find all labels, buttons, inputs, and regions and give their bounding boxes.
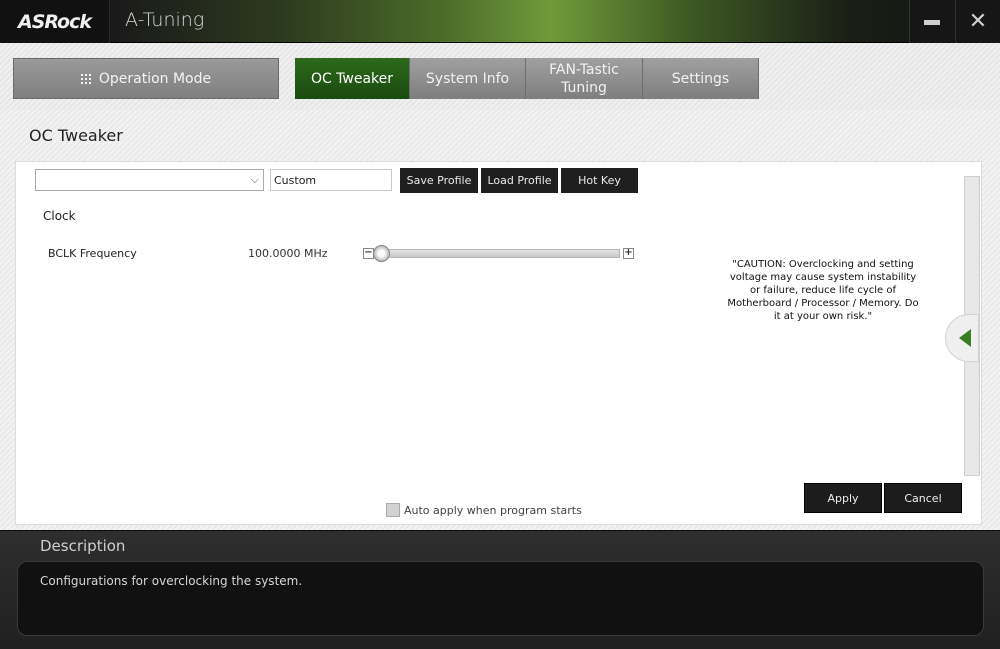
clock-section-label: Clock	[43, 209, 76, 223]
slider-increase-button[interactable]: +	[623, 248, 634, 259]
caution-text: "CAUTION: Overclocking and setting volta…	[727, 259, 919, 322]
load-profile-button[interactable]: Load Profile	[481, 168, 558, 193]
bclk-slider-handle[interactable]	[373, 245, 390, 262]
save-profile-button[interactable]: Save Profile	[400, 168, 478, 193]
bclk-frequency-label: BCLK Frequency	[48, 247, 137, 260]
hot-key-button[interactable]: Hot Key	[561, 168, 638, 193]
navigation-bar: Operation Mode OC Tweaker System Info FA…	[0, 43, 1000, 110]
profile-name-input[interactable]	[270, 169, 392, 191]
tab-bar: OC Tweaker System Info FAN-Tastic Tuning…	[295, 58, 759, 99]
app-title: A-Tuning	[125, 9, 205, 31]
description-area: Description Configurations for overclock…	[0, 530, 1000, 649]
tab-fan-tastic-tuning[interactable]: FAN-Tastic Tuning	[526, 58, 643, 99]
page-title: OC Tweaker	[29, 126, 123, 145]
auto-apply-checkbox[interactable]	[386, 503, 400, 517]
brand-logo: ASRock	[0, 0, 110, 43]
description-box: Configurations for overclocking the syst…	[17, 561, 984, 636]
profile-select[interactable]: ⌵	[35, 169, 264, 191]
cancel-button[interactable]: Cancel	[884, 483, 962, 513]
title-bar: ASRock A-Tuning ✕	[0, 0, 1000, 43]
tab-settings[interactable]: Settings	[643, 58, 759, 99]
close-button[interactable]: ✕	[955, 0, 1000, 43]
oc-tweaker-panel: ⌵ Save Profile Load Profile Hot Key Cloc…	[15, 161, 982, 525]
arrow-left-icon	[959, 329, 971, 347]
brand-logo-text: ASRock	[17, 10, 92, 33]
operation-mode-button[interactable]: Operation Mode	[13, 58, 279, 99]
description-text: Configurations for overclocking the syst…	[40, 574, 303, 588]
chevron-down-icon: ⌵	[250, 173, 259, 186]
tab-system-info[interactable]: System Info	[410, 58, 526, 99]
grid-icon	[80, 73, 91, 84]
expand-panel-button[interactable]	[945, 314, 979, 362]
bclk-slider[interactable]	[373, 245, 620, 262]
tab-oc-tweaker[interactable]: OC Tweaker	[295, 58, 410, 99]
main-content: OC Tweaker ⌵ Save Profile Load Profile H…	[0, 110, 1000, 530]
description-title: Description	[40, 537, 126, 555]
close-icon: ✕	[968, 8, 988, 34]
apply-button[interactable]: Apply	[804, 483, 882, 513]
auto-apply-label: Auto apply when program starts	[404, 504, 582, 517]
minimize-button[interactable]	[909, 0, 954, 43]
minimize-icon	[924, 20, 940, 25]
bclk-frequency-value: 100.0000 MHz	[248, 247, 328, 260]
operation-mode-label: Operation Mode	[98, 70, 212, 87]
